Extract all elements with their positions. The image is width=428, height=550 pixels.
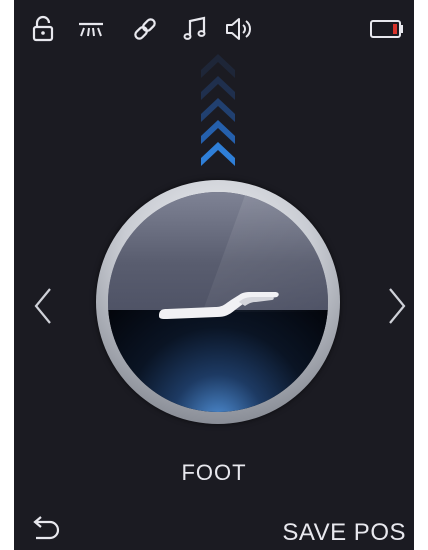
- music-icon[interactable]: [180, 14, 210, 44]
- battery-low-icon: [370, 20, 404, 38]
- lock-icon[interactable]: [28, 14, 58, 44]
- save-position-button[interactable]: SAVE POS: [282, 519, 406, 547]
- link-icon[interactable]: [130, 14, 160, 44]
- up-chevrons-icon: [198, 48, 238, 168]
- mode-label: FOOT: [181, 460, 247, 485]
- chevron-left-icon[interactable]: [30, 286, 56, 326]
- remote-screen: FOOT SAVE POS: [14, 0, 414, 550]
- back-arrow-icon[interactable]: [28, 514, 62, 544]
- speaker-icon[interactable]: [224, 14, 254, 44]
- light-icon[interactable]: [76, 14, 106, 44]
- status-bar: [14, 0, 414, 50]
- bed-foot-raise-icon: [153, 286, 283, 326]
- dial-face: [108, 192, 328, 412]
- chevron-right-icon[interactable]: [384, 286, 410, 326]
- position-dial[interactable]: [96, 180, 340, 424]
